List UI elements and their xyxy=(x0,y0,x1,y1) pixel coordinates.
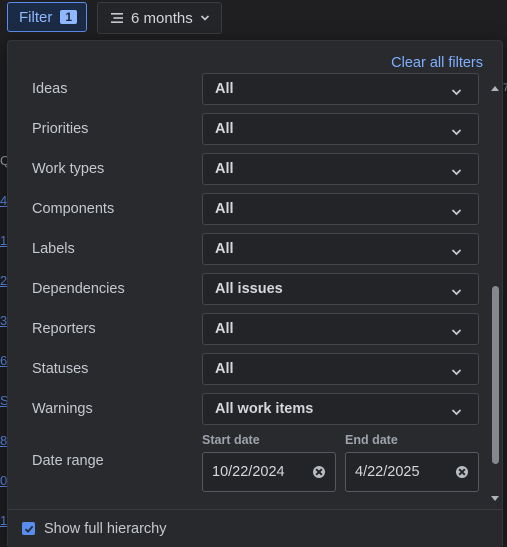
show-full-hierarchy-label[interactable]: Show full hierarchy xyxy=(44,521,167,537)
select-value: All xyxy=(215,361,234,377)
filter-label: Statuses xyxy=(32,361,89,377)
select-value: All xyxy=(215,121,234,137)
chevron-down-icon xyxy=(451,165,462,181)
chevron-down-icon xyxy=(451,205,462,221)
filter-row-reporters: Reporters All xyxy=(8,313,488,353)
start-date-caption: Start date xyxy=(202,433,260,447)
chevron-down-icon xyxy=(451,365,462,381)
chevron-down-icon xyxy=(451,285,462,301)
scroll-up-arrow-icon[interactable] xyxy=(491,86,499,91)
chevron-down-icon xyxy=(451,325,462,341)
filter-row-work-types: Work types All xyxy=(8,153,488,193)
filter-button[interactable]: Filter 1 xyxy=(7,2,87,32)
scrollbar-thumb[interactable] xyxy=(492,286,499,464)
clear-all-filters-link[interactable]: Clear all filters xyxy=(391,55,483,71)
reporters-select[interactable]: All xyxy=(202,313,479,345)
select-value: All xyxy=(215,81,234,97)
filter-label: Components xyxy=(32,201,115,217)
statuses-select[interactable]: All xyxy=(202,353,479,385)
checkmark-icon xyxy=(24,525,33,533)
chevron-down-icon xyxy=(200,13,210,23)
chevron-down-icon xyxy=(451,85,462,101)
start-date-input[interactable]: 10/22/2024 xyxy=(202,452,336,492)
clear-end-date-icon[interactable] xyxy=(456,466,468,478)
end-date-input[interactable]: 4/22/2025 xyxy=(345,452,479,492)
select-value: All xyxy=(215,321,234,337)
components-select[interactable]: All xyxy=(202,193,479,225)
filter-count-badge: 1 xyxy=(60,10,78,24)
filter-label: Dependencies xyxy=(32,281,125,297)
align-lines-icon xyxy=(110,11,124,25)
filter-row-priorities: Priorities All xyxy=(8,113,488,153)
select-value: All xyxy=(215,201,234,217)
filter-button-label: Filter xyxy=(19,8,53,26)
select-value: All work items xyxy=(215,401,314,417)
filter-list: Clear all filters Ideas All Priorities A… xyxy=(8,41,502,509)
select-value: All xyxy=(215,241,234,257)
end-date-value: 4/22/2025 xyxy=(355,464,420,480)
filter-row-statuses: Statuses All xyxy=(8,353,488,393)
dependencies-select[interactable]: All issues xyxy=(202,273,479,305)
time-range-button[interactable]: 6 months xyxy=(97,2,222,34)
ideas-select[interactable]: All xyxy=(202,73,479,105)
warnings-select[interactable]: All work items xyxy=(202,393,479,425)
filter-label: Reporters xyxy=(32,321,96,337)
show-full-hierarchy-checkbox[interactable] xyxy=(22,522,35,535)
chevron-down-icon xyxy=(451,125,462,141)
filter-panel: Clear all filters Ideas All Priorities A… xyxy=(7,40,503,547)
chevron-down-icon xyxy=(451,245,462,261)
filter-label: Work types xyxy=(32,161,105,177)
clear-start-date-icon[interactable] xyxy=(313,466,325,478)
filter-row-ideas: Ideas All xyxy=(8,73,488,113)
select-value: All issues xyxy=(215,281,283,297)
filter-row-dependencies: Dependencies All issues xyxy=(8,273,488,313)
priorities-select[interactable]: All xyxy=(202,113,479,145)
select-value: All xyxy=(215,161,234,177)
toolbar: Filter 1 6 months xyxy=(0,0,507,38)
end-date-caption: End date xyxy=(345,433,398,447)
filter-label: Labels xyxy=(32,241,75,257)
filter-row-labels: Labels All xyxy=(8,233,488,273)
filter-label: Priorities xyxy=(32,121,89,137)
chevron-down-icon xyxy=(451,405,462,421)
filter-label: Warnings xyxy=(32,401,93,417)
start-date-value: 10/22/2024 xyxy=(212,464,285,480)
work-types-select[interactable]: All xyxy=(202,153,479,185)
filter-label: Ideas xyxy=(32,81,68,97)
filter-row-components: Components All xyxy=(8,193,488,233)
time-range-label: 6 months xyxy=(131,9,193,27)
date-range-label: Date range xyxy=(32,453,104,469)
scroll-down-arrow-icon[interactable] xyxy=(491,496,499,501)
labels-select[interactable]: All xyxy=(202,233,479,265)
filter-row-warnings: Warnings All work items xyxy=(8,393,488,433)
panel-footer: Show full hierarchy xyxy=(8,509,502,547)
